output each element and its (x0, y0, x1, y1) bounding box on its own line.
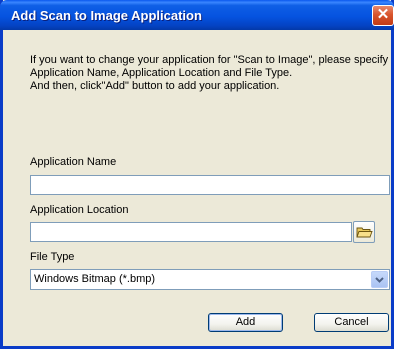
title-bar[interactable]: Add Scan to Image Application ✕ (0, 0, 394, 30)
file-type-label: File Type (30, 251, 75, 263)
folder-icon (356, 227, 373, 238)
close-button[interactable]: ✕ (372, 5, 394, 26)
add-button[interactable]: Add (208, 313, 283, 332)
file-type-selected-value: Windows Bitmap (*.bmp) (34, 273, 156, 285)
instruction-line: If you want to change your application f… (30, 54, 389, 66)
close-icon: ✕ (376, 6, 390, 23)
browse-button[interactable] (353, 221, 375, 243)
chevron-down-icon (375, 277, 384, 283)
application-name-label: Application Name (30, 156, 117, 168)
dropdown-button[interactable] (371, 271, 388, 288)
dialog-title: Add Scan to Image Application (11, 8, 202, 23)
instructions-text: If you want to change your application f… (30, 54, 390, 93)
application-location-input[interactable] (30, 222, 352, 242)
file-type-select[interactable]: Windows Bitmap (*.bmp) (30, 269, 390, 290)
instruction-line: And then, click"Add" button to add your … (30, 80, 280, 92)
instruction-line: Application Name, Application Location a… (30, 67, 293, 79)
application-name-input[interactable] (30, 175, 390, 195)
cancel-button[interactable]: Cancel (314, 313, 389, 332)
application-location-label: Application Location (30, 204, 129, 216)
add-scan-to-image-dialog: Add Scan to Image Application ✕ If you w… (0, 0, 394, 349)
